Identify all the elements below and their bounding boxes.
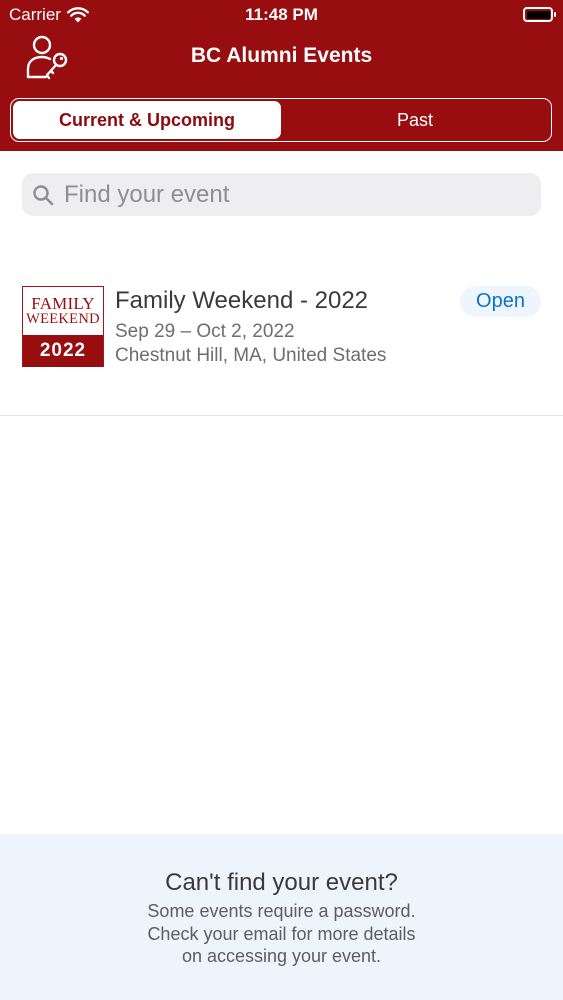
thumbnail-line2: WEEKEND: [26, 311, 100, 328]
footer-title: Can't find your event?: [165, 869, 398, 896]
tab-current-upcoming[interactable]: Current & Upcoming: [13, 101, 281, 139]
event-thumbnail: FAMILY WEEKEND 2022: [22, 286, 104, 367]
status-badge: Open: [460, 286, 541, 317]
header: Carrier 11:48 PM BC Alumni Events Curren…: [0, 0, 563, 151]
footer-text-line2: Check your email for more details: [147, 924, 416, 944]
footer-text-line1: Some events require a password.: [147, 901, 416, 921]
search-input[interactable]: [64, 180, 504, 209]
screen: Carrier 11:48 PM BC Alumni Events Curren…: [0, 0, 563, 1000]
event-title: Family Weekend - 2022: [115, 287, 369, 314]
battery-icon: [523, 7, 556, 22]
clock: 11:48 PM: [245, 5, 318, 24]
status-bar: Carrier 11:48 PM: [0, 0, 563, 30]
event-location: Chestnut Hill, MA, United States: [115, 345, 387, 366]
event-dates: Sep 29 – Oct 2, 2022: [115, 321, 295, 342]
navbar: BC Alumni Events: [0, 30, 563, 86]
help-footer: Can't find your event? Some events requi…: [0, 834, 563, 1000]
thumbnail-year: 2022: [23, 335, 103, 367]
thumbnail-line1: FAMILY: [31, 294, 95, 314]
event-list-item[interactable]: FAMILY WEEKEND 2022 Family Weekend - 202…: [0, 270, 563, 416]
tabs-segmented-control: Current & Upcoming Past: [10, 98, 552, 142]
search-bar[interactable]: [22, 173, 541, 216]
page-title: BC Alumni Events: [190, 44, 373, 67]
tab-past[interactable]: Past: [281, 101, 549, 139]
footer-text-line3: on accessing your event.: [181, 946, 382, 966]
search-icon: [33, 184, 54, 205]
